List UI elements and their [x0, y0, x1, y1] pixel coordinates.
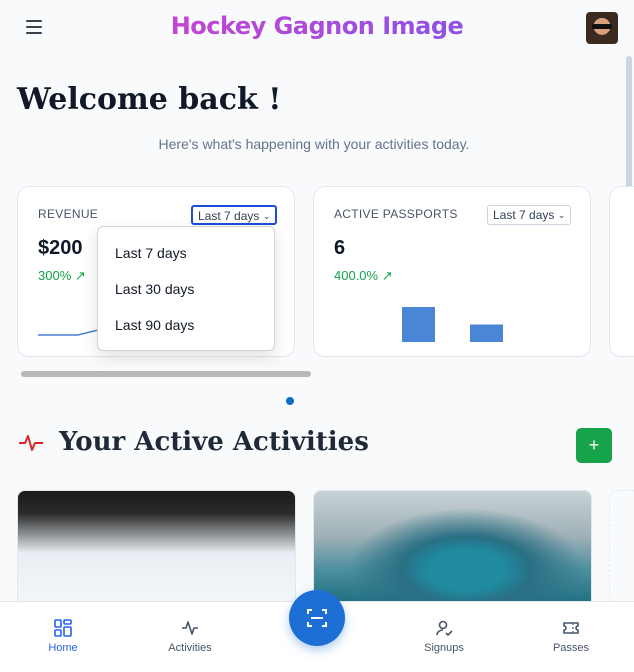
horizontal-scrollbar[interactable] — [21, 371, 311, 377]
revenue-label: REVENUE — [38, 207, 99, 221]
page-subtitle: Here's what's happening with your activi… — [158, 136, 470, 152]
app-title: Hockey Gagnon Image — [0, 12, 634, 40]
nav-home-label: Home — [48, 642, 78, 654]
pulse-icon — [19, 435, 43, 451]
nav-activities-label: Activities — [168, 642, 212, 654]
scan-icon — [307, 609, 327, 627]
range-option-7[interactable]: Last 7 days — [98, 235, 274, 271]
passports-card: ACTIVE PASSPORTS Last 7 days ⌄ 6 400.0% ↗ — [313, 186, 591, 357]
range-select-value: Last 7 days — [198, 209, 260, 223]
home-grid-icon — [54, 619, 72, 637]
passports-range-select[interactable]: Last 7 days ⌄ — [487, 205, 572, 225]
next-stat-card[interactable] — [609, 186, 634, 357]
add-activity-button[interactable]: + — [576, 428, 612, 463]
activity-card-next[interactable] — [609, 490, 634, 605]
passports-value: 6 — [334, 237, 346, 259]
activity-card-hockey[interactable] — [17, 490, 296, 605]
passport-bar — [470, 324, 503, 342]
nav-signups[interactable]: Signups — [404, 619, 484, 654]
carousel-dot[interactable] — [286, 397, 294, 405]
chevron-down-icon: ⌄ — [557, 210, 566, 220]
passports-label: ACTIVE PASSPORTS — [334, 207, 458, 221]
signup-icon — [436, 620, 453, 637]
revenue-value: $200 — [38, 237, 83, 259]
range-select-value: Last 7 days — [493, 208, 555, 222]
activity-icon — [182, 621, 198, 635]
nav-passes[interactable]: Passes — [531, 619, 611, 654]
nav-passes-label: Passes — [552, 642, 590, 654]
range-option-30[interactable]: Last 30 days — [98, 271, 274, 307]
nav-activities[interactable]: Activities — [150, 619, 230, 654]
passports-change: 400.0% ↗ — [334, 268, 393, 283]
ticket-icon — [563, 622, 579, 634]
avatar[interactable] — [586, 12, 618, 44]
activity-card-wave[interactable] — [313, 490, 592, 605]
range-option-90[interactable]: Last 90 days — [98, 307, 274, 343]
scan-button[interactable] — [289, 590, 345, 646]
page-title: Welcome back ! — [17, 82, 282, 117]
nav-signups-label: Signups — [424, 642, 464, 654]
app-header: Hockey Gagnon Image — [0, 0, 634, 57]
chevron-down-icon: ⌄ — [262, 211, 271, 221]
revenue-range-select[interactable]: Last 7 days ⌄ — [191, 205, 278, 225]
range-dropdown-menu: Last 7 days Last 30 days Last 90 days — [97, 226, 275, 351]
passport-bar — [402, 307, 435, 342]
revenue-change: 300% ↗ — [38, 268, 86, 283]
nav-home[interactable]: Home — [23, 619, 103, 654]
revenue-sparkline — [38, 329, 98, 336]
section-title: Your Active Activities — [59, 427, 369, 457]
passports-bar-chart — [402, 307, 503, 342]
